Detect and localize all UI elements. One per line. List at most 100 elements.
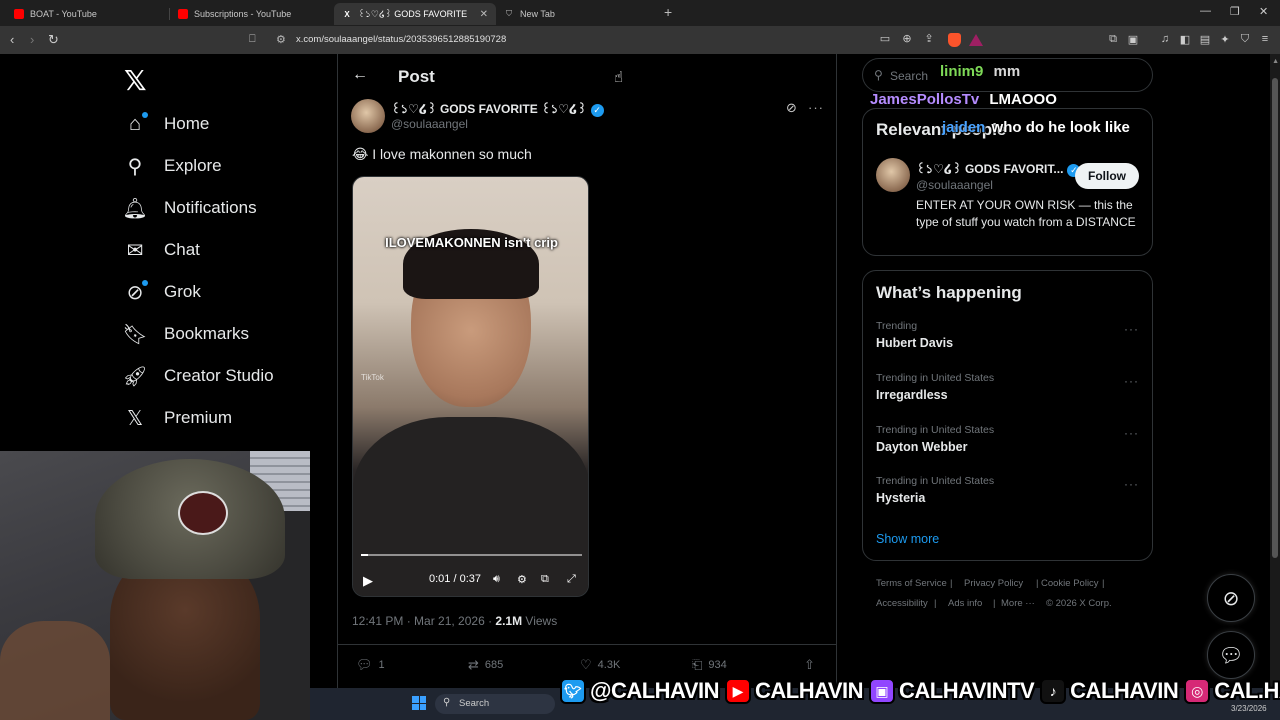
trend-more-icon[interactable]: ···: [1124, 426, 1139, 440]
new-tab-button[interactable]: +: [664, 4, 672, 20]
scrollbar-thumb[interactable]: [1272, 78, 1278, 558]
avatar[interactable]: [876, 158, 910, 192]
settings-icon[interactable]: ⚙: [517, 573, 527, 586]
back-arrow-icon[interactable]: ←: [352, 66, 368, 84]
leo-icon[interactable]: ✦: [1218, 33, 1232, 47]
footer-link[interactable]: Cookie Policy: [1041, 578, 1099, 589]
browser-tab-active[interactable]: X ꒰১♡໒꒱ GODS FAVORITE ꒰১♡໒꒱ on X: " ✕: [334, 3, 496, 25]
search-icon: ⚲: [443, 697, 451, 708]
divider: [338, 644, 836, 645]
bookmark-button[interactable]: ⎗ 934: [692, 657, 727, 673]
trend-label: Trending in United States: [876, 424, 995, 436]
footer-link[interactable]: Ads info: [948, 598, 982, 609]
footer-link[interactable]: More ···: [1001, 598, 1035, 609]
repost-icon: ⇄: [468, 657, 479, 672]
trend-name[interactable]: Dayton Webber: [876, 440, 967, 454]
pip-icon[interactable]: ⧉: [541, 573, 549, 586]
windows-start-icon[interactable]: [412, 696, 426, 710]
social-handle: ◎CAL.HAVIN: [1184, 678, 1280, 704]
footer-link[interactable]: Accessibility: [876, 598, 928, 609]
like-button[interactable]: ♡ 4.3K: [580, 657, 620, 673]
vpn-icon[interactable]: ⛉: [1238, 33, 1252, 47]
social-banner: 🐦︎ @CALHAVIN ▶ CALHAVIN ▣ CALHAVINTV ♪ CALHAVIN…: [560, 676, 1280, 706]
messages-fab-icon[interactable]: 💬︎: [1207, 631, 1255, 679]
column-divider: [337, 54, 338, 720]
grok-icon: ⊘: [124, 280, 148, 304]
taskbar-search[interactable]: Search: [435, 694, 555, 714]
footer-link[interactable]: Terms of Service: [876, 578, 947, 589]
sidebar-item-premium[interactable]: 𝕏 Premium: [124, 403, 232, 433]
fullscreen-icon[interactable]: ⤢: [567, 573, 576, 586]
share-icon[interactable]: ⇪: [922, 32, 936, 46]
music-icon[interactable]: ♫: [1158, 33, 1172, 47]
wallet-icon[interactable]: ▤: [1198, 33, 1212, 47]
footer-link[interactable]: Privacy Policy: [964, 578, 1023, 589]
repost-button[interactable]: ⇄ 685: [468, 657, 503, 673]
sidebar-item-grok[interactable]: ⊘ Grok: [124, 277, 201, 307]
sidebar-item-explore[interactable]: ⚲ Explore: [124, 151, 222, 181]
site-settings-icon[interactable]: ⚙: [276, 33, 286, 46]
reload-icon[interactable]: ↻: [48, 32, 59, 48]
sidebar-item-notifications[interactable]: 🔔︎ Notifications: [122, 193, 256, 223]
post-time[interactable]: 12:41 PM · Mar 21, 2026 ·: [352, 614, 495, 628]
video-progress-fill: [361, 554, 368, 556]
bookmark-page-icon[interactable]: ⎕: [249, 33, 256, 46]
sidebar-item-creator-studio[interactable]: 🚀︎ Creator Studio: [122, 361, 273, 391]
author-handle[interactable]: @soulaaangel: [391, 117, 468, 131]
trend-more-icon[interactable]: ···: [1124, 374, 1139, 388]
follow-button[interactable]: Follow: [1075, 163, 1139, 189]
x-logo[interactable]: 𝕏: [124, 64, 147, 97]
tweet-text: 😂 I love makonnen so much: [352, 146, 532, 162]
address-bar: ‹ › ↻ ⎕ ⚙ x.com/soulaaangel/status/20353…: [0, 26, 1280, 54]
mail-icon: ✉: [126, 239, 144, 262]
video-player[interactable]: ILOVEMAKONNEN isn't crip TikTok ▶ 0:01 /…: [352, 176, 589, 597]
sidebar-icon[interactable]: ◧: [1178, 33, 1192, 47]
browser-tab[interactable]: Subscriptions - YouTube: [170, 3, 332, 25]
play-icon[interactable]: ▶: [363, 573, 373, 589]
youtube-icon: [178, 9, 188, 19]
sidebar-item-chat[interactable]: ✉ Chat: [124, 235, 200, 265]
brave-rewards-icon[interactable]: [969, 34, 983, 46]
cast-icon[interactable]: ▭: [878, 32, 892, 46]
tab-title: ꒰১♡໒꒱ GODS FAVORITE ꒰১♡໒꒱ on X: ": [358, 8, 470, 19]
forward-icon[interactable]: ›: [30, 32, 34, 47]
volume-icon[interactable]: 🔊︎: [493, 573, 500, 586]
show-more-link[interactable]: Show more: [876, 532, 939, 546]
menu-icon[interactable]: ≡: [1258, 33, 1272, 47]
grok-fab-icon[interactable]: ⊘: [1207, 574, 1255, 622]
share-button[interactable]: ⇧: [804, 657, 821, 673]
trend-name[interactable]: Hubert Davis: [876, 336, 953, 350]
extensions-icon[interactable]: ⧉: [1106, 33, 1120, 47]
restore-icon[interactable]: ❐: [1230, 5, 1240, 18]
browser-tab[interactable]: BOAT - YouTube: [6, 3, 168, 25]
page-title: Post: [398, 67, 435, 86]
zoom-icon[interactable]: ⊕: [900, 32, 914, 46]
verified-badge-icon: ✓: [590, 104, 604, 117]
back-icon[interactable]: ‹: [10, 32, 14, 47]
relevant-person-handle[interactable]: @soulaaangel: [916, 178, 993, 192]
sidebar-item-bookmarks[interactable]: 🔖︎ Bookmarks: [122, 319, 249, 349]
hat-logo: [178, 491, 228, 535]
social-handle: 🐦︎ @CALHAVIN: [560, 678, 719, 704]
chat-user: jaiden: [942, 119, 986, 136]
minimize-icon[interactable]: —: [1200, 5, 1211, 17]
extension-icon[interactable]: ▣: [1126, 33, 1140, 47]
url-field[interactable]: x.com/soulaaangel/status/203539651288519…: [296, 34, 506, 45]
trend-label: Trending in United States: [876, 372, 995, 384]
trend-name[interactable]: Irregardless: [876, 388, 948, 402]
sidebar-item-home[interactable]: ⌂ Home: [124, 109, 209, 139]
browser-tab[interactable]: ⛉ New Tab: [496, 3, 658, 25]
grok-explain-icon[interactable]: ⊘: [786, 100, 797, 116]
close-window-icon[interactable]: ✕: [1259, 5, 1268, 18]
close-tab-icon[interactable]: ✕: [480, 9, 488, 20]
trend-name[interactable]: Hysteria: [876, 491, 925, 505]
more-options-icon[interactable]: ···: [808, 100, 824, 115]
trend-more-icon[interactable]: ···: [1124, 477, 1139, 491]
footer-separator: |: [950, 578, 953, 589]
trend-more-icon[interactable]: ···: [1124, 322, 1139, 336]
reply-button[interactable]: 💬︎ 1: [356, 657, 385, 673]
avatar[interactable]: [351, 99, 385, 133]
repost-count: 685: [484, 659, 504, 671]
video-progress-bar[interactable]: [361, 554, 582, 556]
brave-shields-icon[interactable]: [948, 33, 961, 47]
